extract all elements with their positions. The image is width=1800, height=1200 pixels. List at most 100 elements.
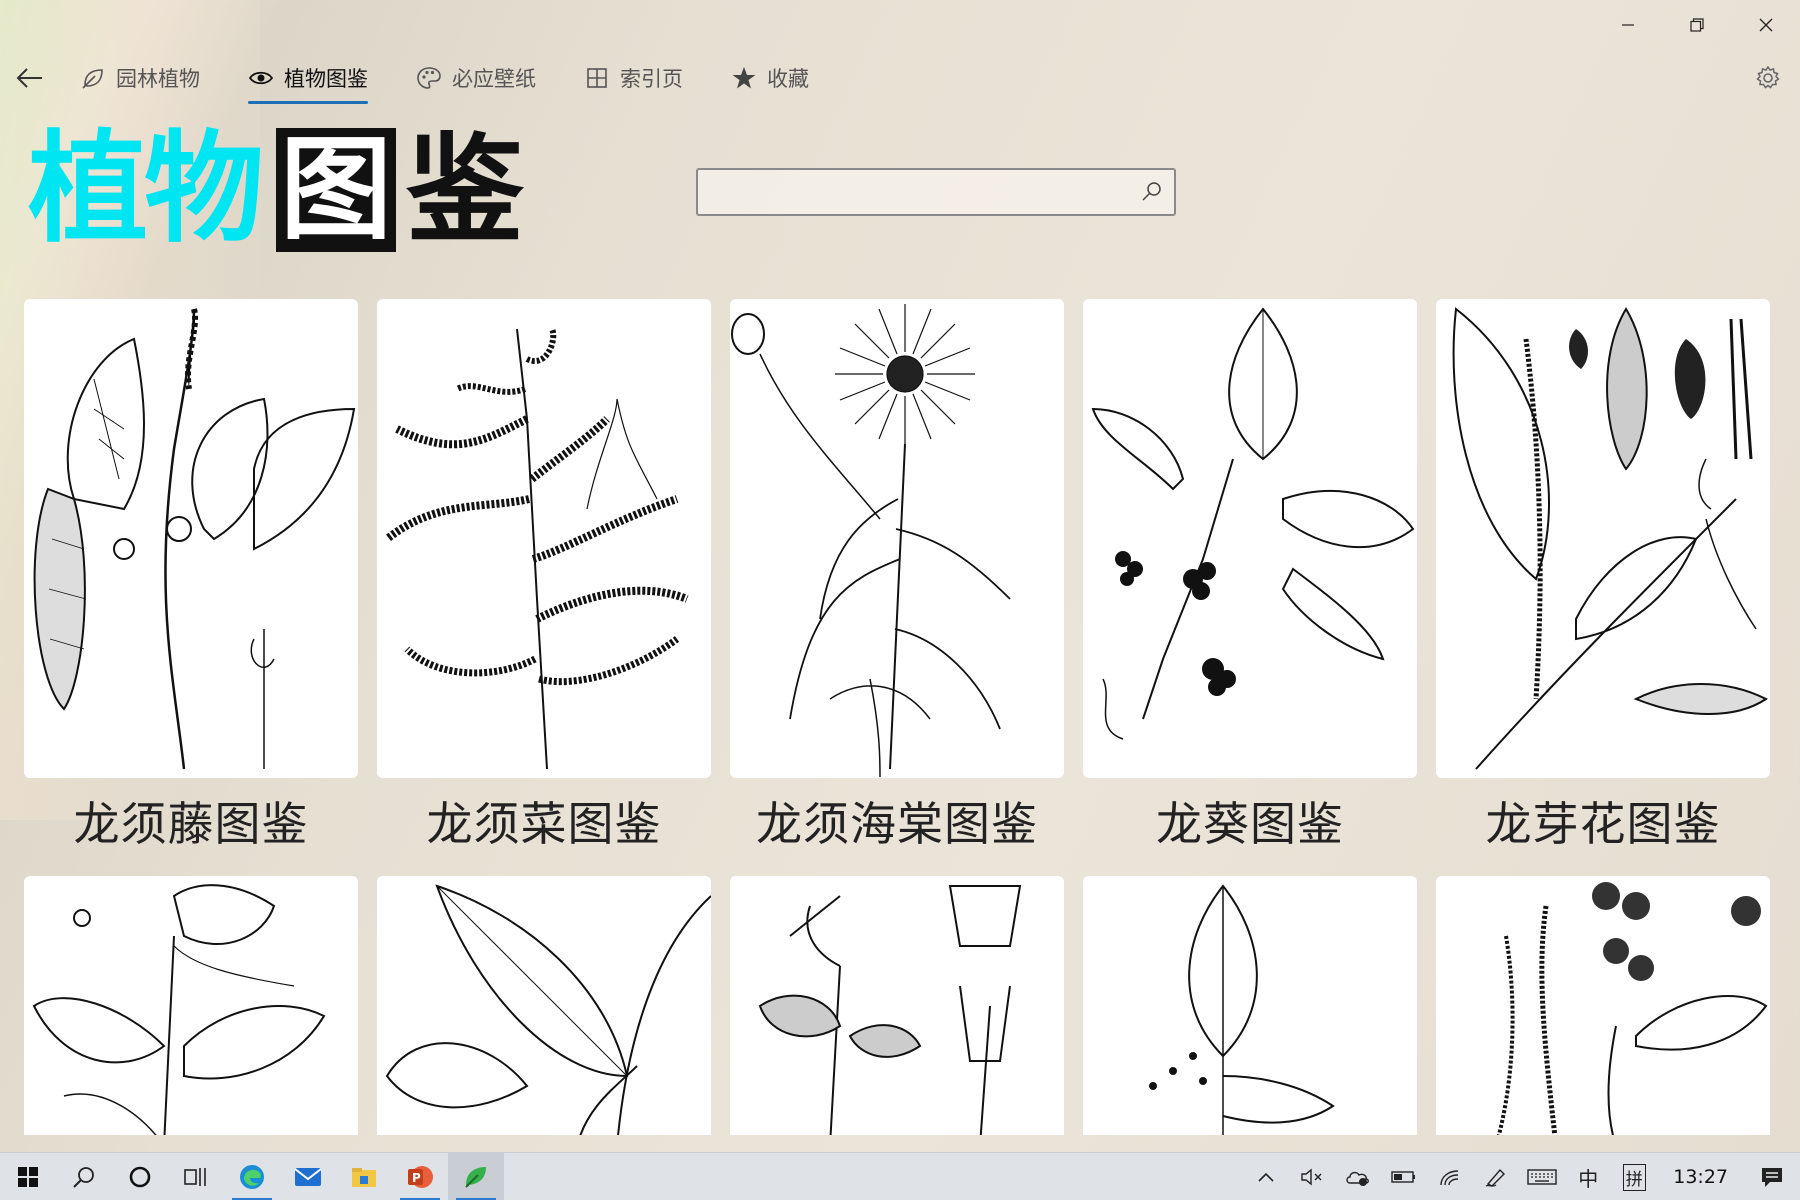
close-icon <box>1759 18 1772 32</box>
cortana-button[interactable] <box>112 1153 168 1200</box>
network-button[interactable] <box>1427 1153 1473 1200</box>
nav-bar: 园林植物 植物图鉴 必应壁纸 索引页 收藏 <box>0 56 1800 104</box>
plant-card[interactable]: 龙芽花图鉴 <box>1436 299 1770 854</box>
tab-garden-plants[interactable]: 园林植物 <box>80 56 200 100</box>
tab-bing-wallpaper[interactable]: 必应壁纸 <box>416 56 536 100</box>
svg-text:P: P <box>412 1171 421 1185</box>
task-view-icon <box>184 1167 206 1186</box>
search-box <box>696 168 1176 216</box>
restore-button[interactable] <box>1662 0 1731 50</box>
chevron-up-icon <box>1258 1172 1274 1182</box>
plant-app-taskbar-app[interactable] <box>448 1152 504 1200</box>
search-icon <box>73 1166 94 1188</box>
volume-button[interactable] <box>1289 1153 1335 1200</box>
title-boxed-char: 图 <box>276 128 396 252</box>
plant-card-caption: 龙须海棠图鉴 <box>756 797 1038 851</box>
plant-illustration <box>1436 299 1770 778</box>
minimize-button[interactable] <box>1593 0 1662 50</box>
taskbar-search-button[interactable] <box>56 1153 112 1200</box>
wifi-icon <box>1440 1170 1459 1186</box>
tab-label: 必应壁纸 <box>452 67 536 91</box>
leaf-icon <box>80 65 106 91</box>
settings-button[interactable] <box>1752 62 1784 94</box>
cloud-sync-icon <box>1346 1171 1370 1186</box>
window-controls <box>1593 0 1800 50</box>
plant-card-caption: 龙须菜图鉴 <box>426 797 662 851</box>
cortana-icon <box>129 1166 151 1187</box>
plant-illustration <box>377 299 711 778</box>
plant-card-caption: 龙葵图鉴 <box>1156 797 1344 851</box>
plant-card[interactable]: 龙须菜图鉴 <box>377 299 711 854</box>
tab-label: 收藏 <box>767 67 809 91</box>
explorer-taskbar-app[interactable] <box>336 1153 392 1200</box>
notification-icon <box>1762 1168 1782 1187</box>
plant-card[interactable]: 龙须藤图鉴 <box>24 299 358 854</box>
back-button[interactable] <box>12 60 48 96</box>
volume-muted-icon <box>1301 1168 1322 1186</box>
ime-mode-button[interactable]: 拼 <box>1611 1153 1657 1200</box>
plant-card-caption: 龙芽花图鉴 <box>1485 797 1721 851</box>
edge-icon <box>240 1164 264 1189</box>
title-black-part: 图 鉴 <box>276 128 524 252</box>
taskbar-clock[interactable]: 13:27 <box>1657 1166 1744 1188</box>
plant-card[interactable]: 龙须海棠图鉴 <box>730 299 1064 854</box>
pen-button[interactable] <box>1473 1153 1519 1200</box>
mail-taskbar-app[interactable] <box>280 1153 336 1200</box>
palette-icon <box>416 65 442 91</box>
plant-card[interactable] <box>377 876 711 1135</box>
close-button[interactable] <box>1731 0 1800 50</box>
plant-illustration <box>24 299 358 778</box>
touch-keyboard-button[interactable] <box>1519 1153 1565 1200</box>
battery-button[interactable] <box>1381 1153 1427 1200</box>
plant-card-grid: 龙须藤图鉴 龙须菜图鉴 龙须海棠图鉴 龙葵图鉴 龙芽花图鉴 <box>24 299 1776 1135</box>
file-explorer-icon <box>352 1167 376 1187</box>
windows-start-icon <box>18 1166 38 1187</box>
minimize-icon <box>1621 24 1634 26</box>
search-icon[interactable] <box>1140 180 1164 204</box>
plant-illustration <box>730 299 1064 778</box>
title-cyan-part: 植物 <box>28 120 264 259</box>
plant-illustration <box>1083 299 1417 778</box>
plant-illustration <box>1083 876 1417 1135</box>
title-plain-char: 鉴 <box>406 121 525 259</box>
system-tray: 中 拼 13:27 <box>1243 1153 1800 1200</box>
tab-index[interactable]: 索引页 <box>584 56 683 100</box>
edge-taskbar-app[interactable] <box>224 1153 280 1200</box>
tab-plant-atlas[interactable]: 植物图鉴 <box>248 56 368 104</box>
tab-label: 索引页 <box>620 67 683 91</box>
mail-icon <box>294 1167 322 1186</box>
ime-language-button[interactable]: 中 <box>1565 1153 1611 1200</box>
plant-illustration <box>24 876 358 1135</box>
plant-card[interactable] <box>1083 876 1417 1135</box>
plant-card[interactable] <box>1436 876 1770 1135</box>
plant-card[interactable] <box>24 876 358 1135</box>
restore-icon <box>1689 18 1704 32</box>
tab-favorites[interactable]: 收藏 <box>731 56 809 100</box>
show-hidden-icons-button[interactable] <box>1243 1153 1289 1200</box>
tab-label: 植物图鉴 <box>284 67 368 91</box>
tab-label: 园林植物 <box>116 67 200 91</box>
search-input[interactable] <box>698 170 1118 214</box>
keyboard-icon <box>1527 1169 1557 1185</box>
action-center-button[interactable] <box>1744 1153 1800 1200</box>
plant-app-icon <box>465 1166 486 1188</box>
ime-mode-label: 拼 <box>1622 1163 1646 1191</box>
taskbar: P 中 拼 13:27 <box>0 1152 1800 1200</box>
plant-illustration <box>377 876 711 1135</box>
grid-icon <box>584 65 610 91</box>
task-view-button[interactable] <box>168 1153 224 1200</box>
onedrive-button[interactable] <box>1335 1153 1381 1200</box>
plant-card[interactable] <box>730 876 1064 1135</box>
plant-illustration <box>1436 876 1770 1135</box>
powerpoint-taskbar-app[interactable]: P <box>392 1153 448 1200</box>
powerpoint-icon: P <box>408 1165 433 1188</box>
pen-icon <box>1485 1168 1506 1187</box>
plant-card[interactable]: 龙葵图鉴 <box>1083 299 1417 854</box>
page-title: 植物 图 鉴 <box>28 120 524 260</box>
nav-tabs: 园林植物 植物图鉴 必应壁纸 索引页 收藏 <box>80 56 857 104</box>
back-arrow-icon <box>16 68 42 88</box>
gear-icon <box>1756 65 1780 89</box>
battery-icon <box>1391 1171 1416 1183</box>
start-button[interactable] <box>0 1153 56 1200</box>
eye-icon <box>248 65 274 91</box>
